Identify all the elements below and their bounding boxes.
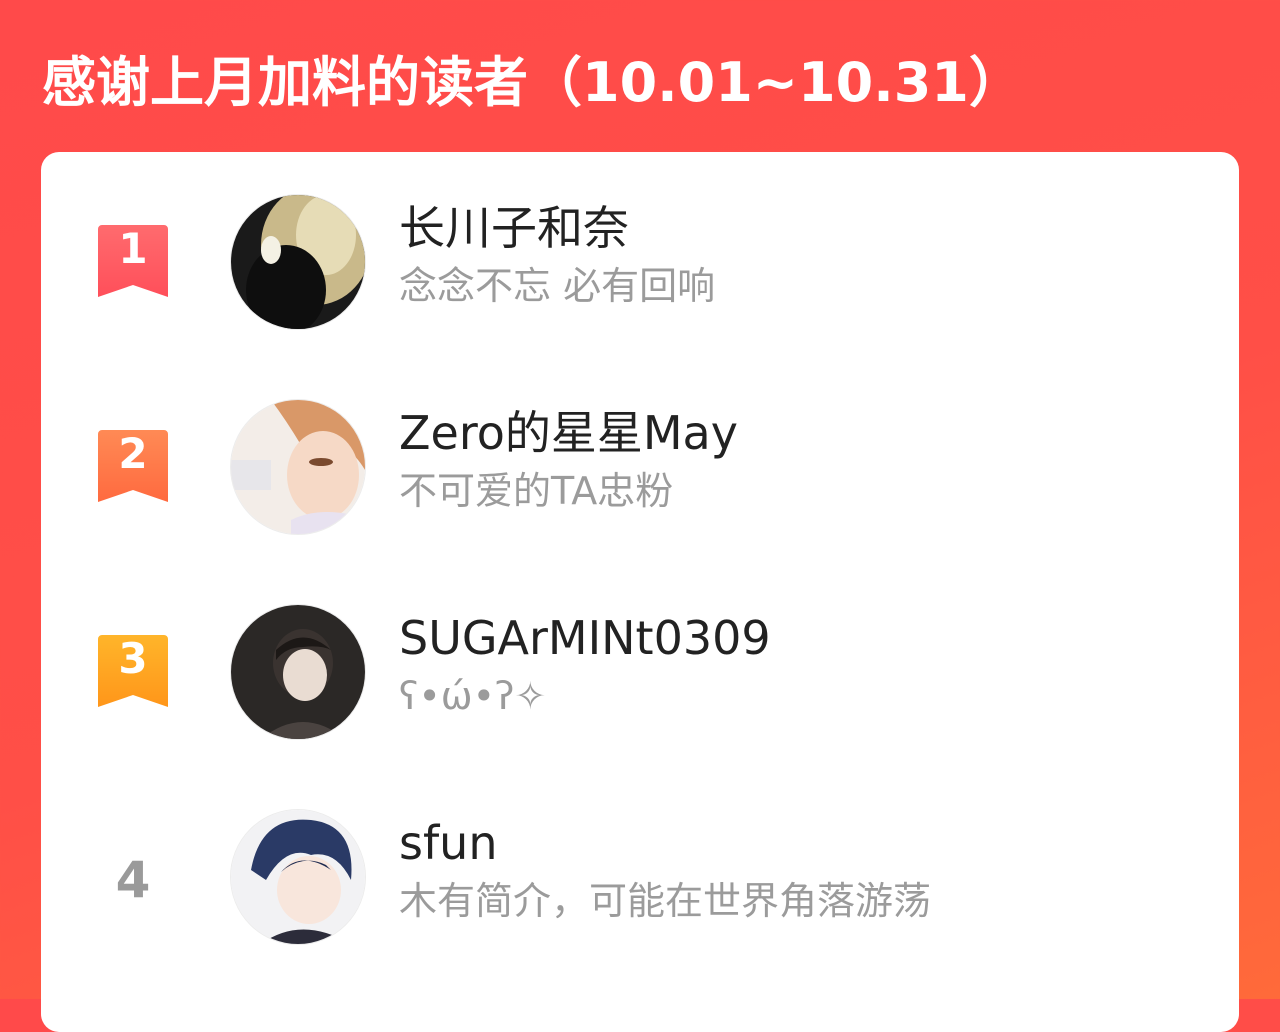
reader-name: 长川子和奈 (399, 201, 629, 255)
avatar-dark-portrait-icon (231, 195, 365, 329)
avatar-anime-blue-hair-icon (231, 810, 365, 944)
avatar[interactable] (230, 604, 366, 740)
reader-row-2[interactable]: 2 Zero的星星May 不可爱的TA忠粉 (41, 377, 1239, 577)
rank-ribbon-icon: 3 (98, 635, 168, 709)
reader-bio: 木有简介，可能在世界角落游荡 (399, 879, 932, 923)
page-title: 感谢上月加料的读者（10.01~10.31） (42, 51, 1023, 114)
reader-bio: 不可爱的TA忠粉 (399, 469, 674, 513)
rank-number: 1 (118, 224, 148, 273)
rank-number: 4 (115, 851, 151, 909)
reader-bio: ʕ•ώ•ʔ✧ (399, 674, 547, 718)
reader-name: SUGArMINt0309 (399, 611, 771, 665)
reader-name: sfun (399, 816, 498, 870)
reader-list-card: 1 长川子和奈 念念不忘 必有回响 2 Zero的星星May 不可爱的TA忠粉 … (41, 152, 1239, 1032)
avatar[interactable] (230, 809, 366, 945)
reader-row-4[interactable]: 4 sfun 木有简介，可能在世界角落游荡 (41, 787, 1239, 987)
reader-bio: 念念不忘 必有回响 (399, 264, 716, 308)
avatar-anime-boy-icon (231, 400, 365, 534)
reader-name: Zero的星星May (399, 406, 738, 460)
avatar[interactable] (230, 194, 366, 330)
rank-number: 2 (118, 429, 148, 478)
avatar-photo-boy-icon (231, 605, 365, 739)
rank-ribbon-icon: 2 (98, 430, 168, 504)
avatar[interactable] (230, 399, 366, 535)
reader-row-3[interactable]: 3 SUGArMINt0309 ʕ•ώ•ʔ✧ (41, 582, 1239, 782)
rank-number: 3 (118, 634, 148, 683)
rank-ribbon-icon: 1 (98, 225, 168, 299)
reader-row-1[interactable]: 1 长川子和奈 念念不忘 必有回响 (41, 172, 1239, 372)
